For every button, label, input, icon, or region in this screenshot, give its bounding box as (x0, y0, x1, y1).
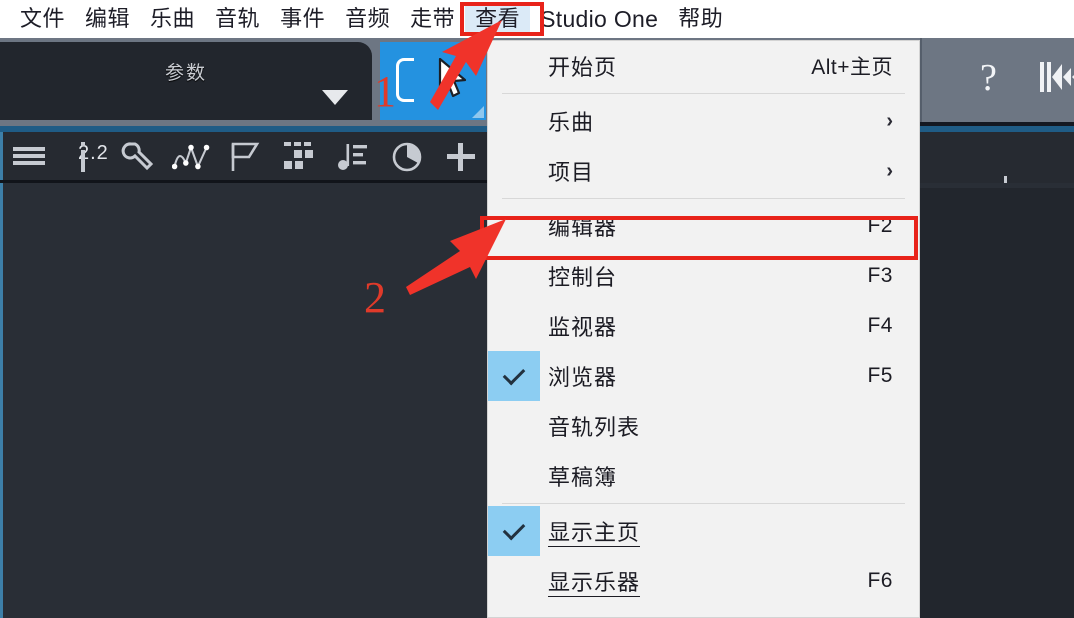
menu-track[interactable]: 音轨 (205, 3, 270, 35)
view-dropdown-menu: 开始页 Alt+主页 乐曲 › 项目 › 编辑器 F2 控制台 F3 监视器 F… (487, 40, 920, 618)
menu-transport[interactable]: 走带 (400, 3, 465, 35)
waveform-icon[interactable] (1038, 58, 1074, 96)
menu-item-label: 草稿簿 (548, 465, 618, 490)
menu-item-label: 音轨列表 (548, 415, 641, 440)
checkmark-slot (488, 251, 540, 301)
menu-item-label: 控制台 (548, 265, 618, 290)
menu-item-label: 显示乐器 (548, 570, 641, 597)
menu-item-label: 浏览器 (548, 365, 618, 390)
menu-song[interactable]: 乐曲 (140, 3, 205, 35)
parameter-panel[interactable]: 参数 (0, 42, 372, 120)
menu-studio-one[interactable]: Studio One (530, 3, 668, 35)
checkmark-slot (488, 451, 540, 501)
menu-item-song[interactable]: 乐曲 › (488, 96, 919, 146)
menu-item-show-instruments[interactable]: 显示乐器 F6 (488, 556, 919, 606)
menu-item-editor[interactable]: 编辑器 F2 (488, 201, 919, 251)
annotation-number-1: 1 (374, 67, 396, 116)
menu-item-label: 显示主页 (548, 520, 641, 547)
pie-timing-icon[interactable] (388, 138, 426, 176)
menu-item-label: 乐曲 (548, 110, 595, 135)
checkmark-slot (488, 401, 540, 451)
checkmark-slot (488, 556, 540, 606)
checkmark-slot (488, 41, 540, 91)
menu-item-show-effects[interactable]: 显示效果 F7 (488, 606, 919, 618)
chevron-right-icon: › (886, 109, 893, 132)
list-icon[interactable] (10, 138, 48, 176)
menu-item-accelerator: F5 (867, 364, 893, 387)
flag-icon[interactable] (226, 138, 264, 176)
checkmark-slot (488, 146, 540, 196)
checkmark-slot (488, 301, 540, 351)
menu-file[interactable]: 文件 (10, 3, 75, 35)
menu-item-accelerator: Alt+主页 (811, 56, 893, 79)
studio-one-window: 参数 ? 2.2 文件 编辑 乐曲 音轨 事件 音频 走带 查看 Studio … (0, 0, 1074, 618)
checkmark-slot (488, 606, 540, 618)
menu-item-project[interactable]: 项目 › (488, 146, 919, 196)
arrangement-canvas-right[interactable] (920, 188, 1074, 618)
menu-item-monitor[interactable]: 监视器 F4 (488, 301, 919, 351)
bracket-icon (396, 58, 414, 102)
menu-event[interactable]: 事件 (270, 3, 335, 35)
plus-icon[interactable] (442, 138, 480, 176)
checkmark-slot (488, 96, 540, 146)
resize-corner-icon (472, 106, 484, 118)
menu-view[interactable]: 查看 (465, 3, 531, 35)
parameter-panel-label: 参数 (164, 63, 207, 84)
automation-curve-icon[interactable] (172, 138, 210, 176)
menu-separator (502, 503, 905, 504)
menu-item-accelerator: F2 (867, 214, 893, 237)
info-icon[interactable] (64, 138, 102, 176)
menu-item-show-start[interactable]: 显示主页 (488, 506, 919, 556)
annotation-number-2: 2 (364, 273, 386, 322)
checkmark-icon[interactable] (488, 351, 540, 401)
menu-item-label: 编辑器 (548, 215, 618, 240)
menu-item-console[interactable]: 控制台 F3 (488, 251, 919, 301)
grid-blocks-icon[interactable] (280, 138, 318, 176)
menu-item-accelerator: F3 (867, 264, 893, 287)
menu-item-label: 监视器 (548, 315, 618, 340)
chevron-right-icon: › (886, 159, 893, 182)
menu-help[interactable]: 帮助 (668, 3, 733, 35)
menu-audio[interactable]: 音频 (335, 3, 400, 35)
menu-item-browser[interactable]: 浏览器 F5 (488, 351, 919, 401)
editor-toolbar-icons (10, 138, 480, 176)
menu-separator (502, 198, 905, 199)
main-menu-bar: 文件 编辑 乐曲 音轨 事件 音频 走带 查看 Studio One 帮助 (0, 0, 1074, 38)
wrench-icon[interactable] (118, 138, 156, 176)
menu-item-label: 开始页 (548, 55, 618, 80)
note-list-icon[interactable] (334, 138, 372, 176)
menu-item-scratch-pad[interactable]: 草稿簿 (488, 451, 919, 501)
menu-item-accelerator: F4 (867, 314, 893, 337)
menu-item-accelerator: F6 (867, 569, 893, 592)
menu-separator (502, 93, 905, 94)
checkmark-slot (488, 201, 540, 251)
caret-down-icon[interactable] (322, 90, 348, 105)
menu-edit[interactable]: 编辑 (75, 3, 140, 35)
checkmark-icon[interactable] (488, 506, 540, 556)
menu-item-label: 项目 (548, 160, 595, 185)
menu-item-start-page[interactable]: 开始页 Alt+主页 (488, 41, 919, 91)
help-icon[interactable]: ? (980, 56, 997, 100)
menu-item-track-list[interactable]: 音轨列表 (488, 401, 919, 451)
mouse-cursor-icon (438, 58, 467, 98)
